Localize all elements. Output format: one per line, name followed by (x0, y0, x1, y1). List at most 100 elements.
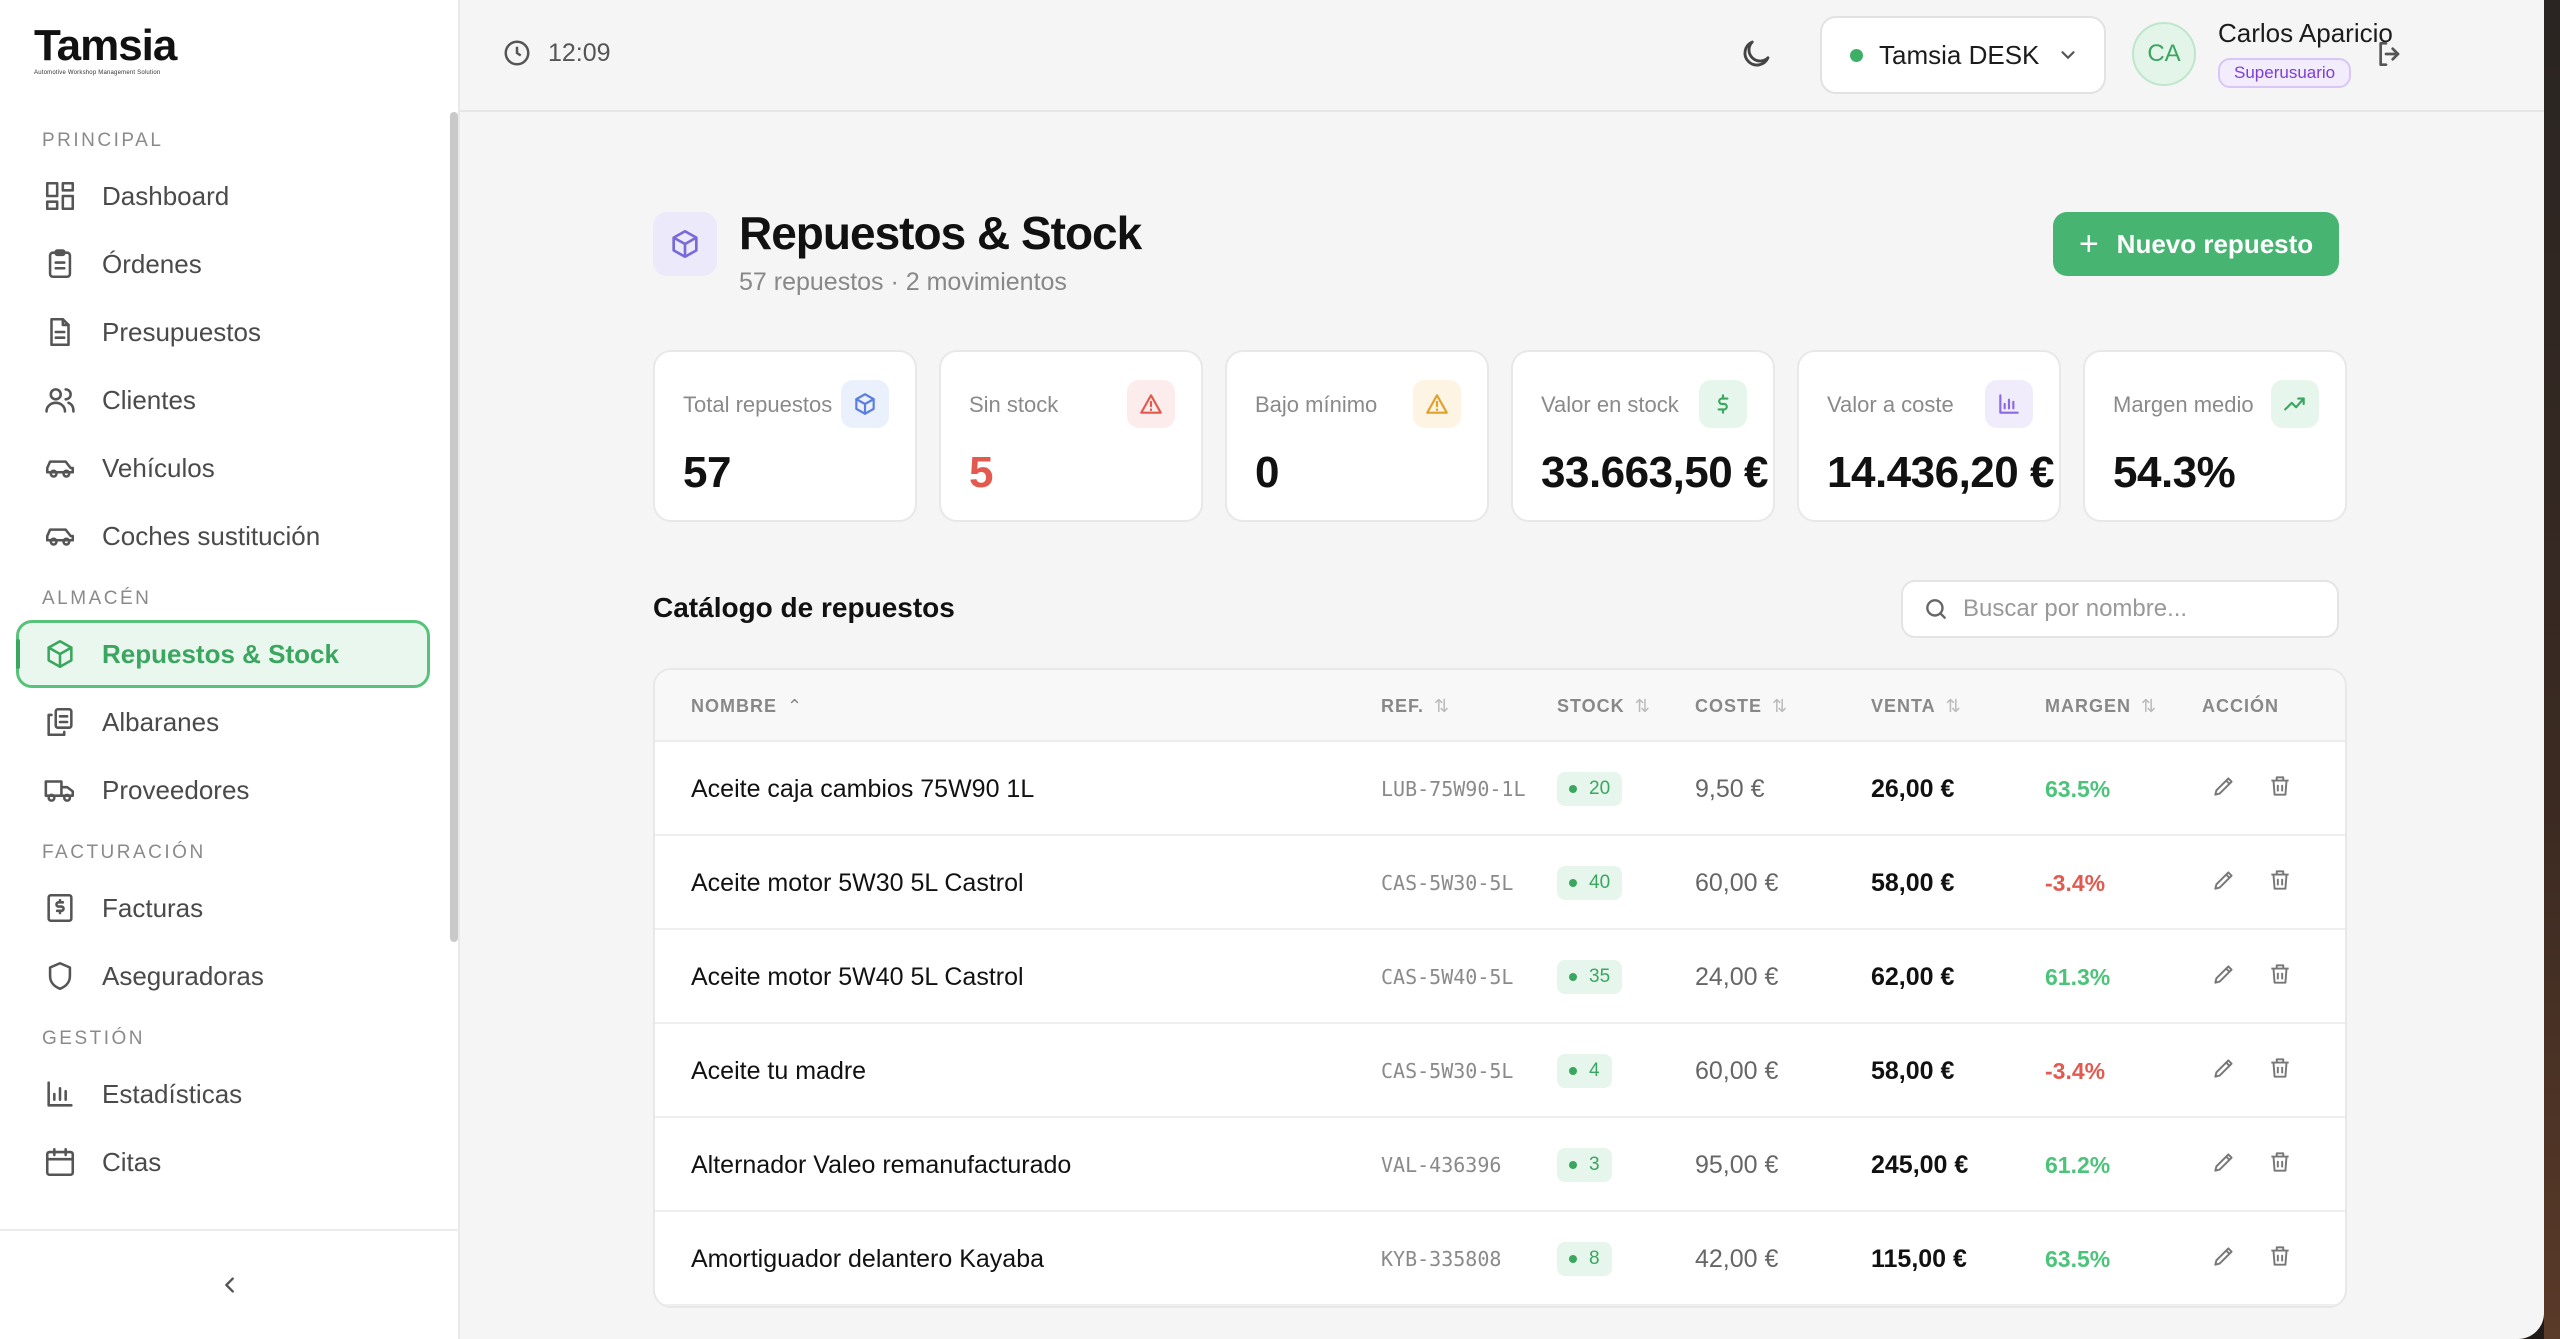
edit-button[interactable] (2211, 773, 2237, 806)
search-box[interactable] (1901, 580, 2339, 638)
moon-icon (1743, 40, 1770, 67)
sidebar-item-label: Repuestos & Stock (102, 638, 339, 669)
sort-icon: ⇅ (1434, 696, 1450, 716)
table-row[interactable]: Amortiguador delantero Kayaba KYB-335808 8… (655, 1212, 2345, 1306)
part-sale: 26,00 € (1871, 774, 1955, 803)
chevron-left-icon (225, 1277, 234, 1293)
stat-value: 57 (683, 448, 731, 497)
chevron-down-icon (2061, 51, 2075, 60)
stat-value: 33.663,50 € (1541, 448, 1768, 497)
delete-button[interactable] (2267, 1055, 2293, 1088)
stock-cell: 35 (1557, 930, 1623, 1024)
part-cost: 60,00 € (1695, 868, 1779, 897)
column-header[interactable]: REF. ⇅ (1381, 696, 1449, 717)
edit-button[interactable] (2211, 867, 2237, 900)
stat-value: 0 (1255, 448, 1279, 497)
sidebar-item[interactable]: Órdenes (16, 230, 430, 298)
sidebar-item[interactable]: Clientes (16, 366, 430, 434)
avatar[interactable]: CA (2132, 22, 2196, 86)
sidebar-item-label: Albaranes (102, 706, 220, 737)
search-input[interactable] (1963, 595, 2323, 623)
pencil-icon (2214, 1246, 2233, 1266)
theme-toggle-button[interactable] (1738, 36, 1774, 77)
column-header[interactable]: MARGEN ⇅ (2045, 696, 2156, 717)
sidebar-nav: PRINCIPAL Dashboard Órdenes Presupuestos Cli… (0, 112, 446, 1227)
sidebar-item[interactable]: Estadísticas (16, 1060, 430, 1128)
stat-card: Valor en stock 33.663,50 € (1511, 350, 1775, 522)
stock-cell: 8 (1557, 1212, 1612, 1306)
copy-icon (47, 707, 73, 737)
topbar: 12:09 Tamsia DESK CA Carlos Aparicio Sup… (460, 0, 2544, 112)
search-icon (1926, 599, 1946, 619)
bar-chart-icon (47, 1081, 73, 1107)
stock-badge: 40 (1557, 866, 1623, 900)
status-dot (1850, 48, 1863, 62)
edit-button[interactable] (2211, 961, 2237, 994)
sidebar-item[interactable]: Repuestos & Stock (16, 620, 430, 688)
sidebar-item[interactable]: Albaranes (16, 688, 430, 756)
column-header[interactable]: COSTE ⇅ (1695, 696, 1787, 717)
logout-icon (2379, 42, 2400, 66)
stat-card: Sin stock 5 (939, 350, 1203, 522)
new-part-button[interactable]: + Nuevo repuesto (2053, 212, 2339, 276)
trash-icon (2271, 775, 2289, 796)
column-header[interactable]: STOCK ⇅ (1557, 696, 1650, 717)
column-header-label: MARGEN (2045, 696, 2131, 716)
sidebar-item[interactable]: Coches sustitución (16, 502, 430, 570)
trash-icon (2271, 1057, 2289, 1078)
delete-button[interactable] (2267, 773, 2293, 806)
column-header[interactable]: VENTA ⇅ (1871, 696, 1961, 717)
table-row[interactable]: Aceite motor 5W30 5L Castrol CAS-5W30-5L 4… (655, 836, 2345, 930)
column-header[interactable]: NOMBRE ⌃ (691, 696, 802, 717)
trending-up-icon (2284, 397, 2305, 411)
edit-button[interactable] (2211, 1055, 2237, 1088)
stat-card: Margen medio 54.3% (2083, 350, 2347, 522)
sidebar-item[interactable]: Aseguradoras (16, 942, 430, 1010)
pencil-icon (2214, 870, 2233, 890)
table-row[interactable]: Alternador Valeo remanufacturado VAL-4363… (655, 1118, 2345, 1212)
sidebar-item[interactable]: Vehículos (16, 434, 430, 502)
dollar-icon (1717, 394, 1729, 414)
sidebar-scrollbar[interactable] (450, 112, 458, 942)
part-name: Amortiguador delantero Kayaba (691, 1244, 1045, 1273)
row-actions (2211, 742, 2293, 836)
column-header-label: REF. (1381, 696, 1425, 716)
sidebar-item[interactable]: Citas (16, 1128, 430, 1196)
truck-icon (44, 780, 75, 802)
workspace-selector[interactable]: Tamsia DESK (1820, 16, 2106, 94)
table-row[interactable]: Aceite caja cambios 75W90 1L LUB-75W90-1L… (655, 742, 2345, 836)
car-icon (45, 528, 75, 546)
delete-button[interactable] (2267, 1243, 2293, 1276)
pencil-icon (2214, 1058, 2233, 1078)
sidebar-item-label: Aseguradoras (102, 960, 264, 991)
sidebar-item[interactable]: Dashboard (16, 162, 430, 230)
edit-button[interactable] (2211, 1243, 2237, 1276)
stock-cell: 20 (1557, 742, 1623, 836)
delete-button[interactable] (2267, 867, 2293, 900)
box-icon (855, 393, 875, 415)
table-row[interactable]: Aceite motor 5W40 5L Castrol CAS-5W40-5L 3… (655, 930, 2345, 1024)
stat-label: Total repuestos (683, 392, 833, 417)
stat-icon (2271, 380, 2319, 428)
part-cost: 60,00 € (1695, 1056, 1779, 1085)
column-header-label: ACCIÓN (2202, 696, 2279, 716)
delete-button[interactable] (2267, 961, 2293, 994)
logo[interactable]: Tamsia Automotive Workshop Management So… (34, 24, 177, 77)
sidebar-item[interactable]: Facturas (16, 874, 430, 942)
desktop-background (2544, 0, 2560, 1339)
stat-card: Bajo mínimo 0 (1225, 350, 1489, 522)
edit-button[interactable] (2211, 1149, 2237, 1182)
logout-button[interactable] (2374, 38, 2406, 75)
stock-cell: 40 (1557, 836, 1623, 930)
pencil-icon (2214, 964, 2233, 984)
row-actions (2211, 1212, 2293, 1306)
table-row[interactable]: Aceite tu madre CAS-5W30-5L 4 60,00 € 58,00 … (655, 1024, 2345, 1118)
collapse-sidebar-button[interactable] (0, 1229, 460, 1339)
sidebar-item[interactable]: Proveedores (16, 756, 430, 824)
logo-tagline: Automotive Workshop Management Solution (34, 70, 161, 76)
sidebar-item[interactable]: Presupuestos (16, 298, 430, 366)
stock-badge: 4 (1557, 1054, 1612, 1088)
delete-button[interactable] (2267, 1149, 2293, 1182)
row-actions (2211, 1118, 2293, 1212)
alert-triangle-icon (1426, 394, 1448, 414)
